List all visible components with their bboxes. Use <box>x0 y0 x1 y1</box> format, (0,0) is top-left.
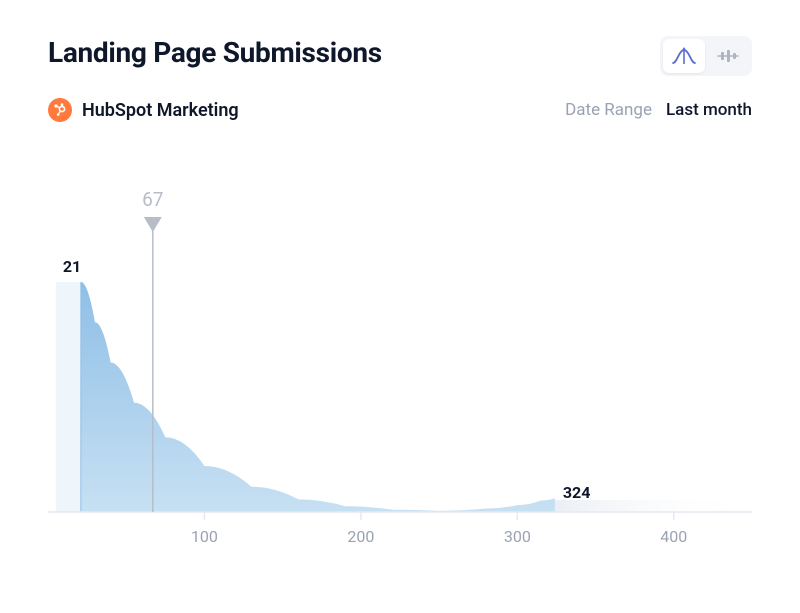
distribution-chart: 100 200 300 400 67 21 324 <box>48 182 752 562</box>
left-value-label: 21 <box>63 257 81 276</box>
page-title: Landing Page Submissions <box>48 36 382 69</box>
distribution-area <box>81 282 555 512</box>
marker-handle-icon[interactable] <box>144 217 162 232</box>
distribution-icon <box>671 46 697 66</box>
distribution-view-button[interactable] <box>663 39 705 73</box>
timeline-icon <box>715 46 741 66</box>
timeline-view-button[interactable] <box>707 39 749 73</box>
date-range-label: Date Range <box>565 100 652 120</box>
x-tick-label: 200 <box>347 527 374 546</box>
view-toggle-group <box>660 36 752 76</box>
right-value-label: 324 <box>563 483 591 502</box>
hubspot-icon <box>48 98 72 122</box>
x-tick-label: 300 <box>504 527 531 546</box>
marker-value-label: 67 <box>142 188 163 211</box>
x-tick-label: 100 <box>191 527 218 546</box>
date-range-value: Last month <box>666 100 752 120</box>
date-range-selector[interactable]: Date Range Last month <box>565 100 752 120</box>
source-name: HubSpot Marketing <box>82 100 239 121</box>
x-tick-label: 400 <box>660 527 687 546</box>
range-left-mask <box>56 282 81 512</box>
data-source: HubSpot Marketing <box>48 98 239 122</box>
